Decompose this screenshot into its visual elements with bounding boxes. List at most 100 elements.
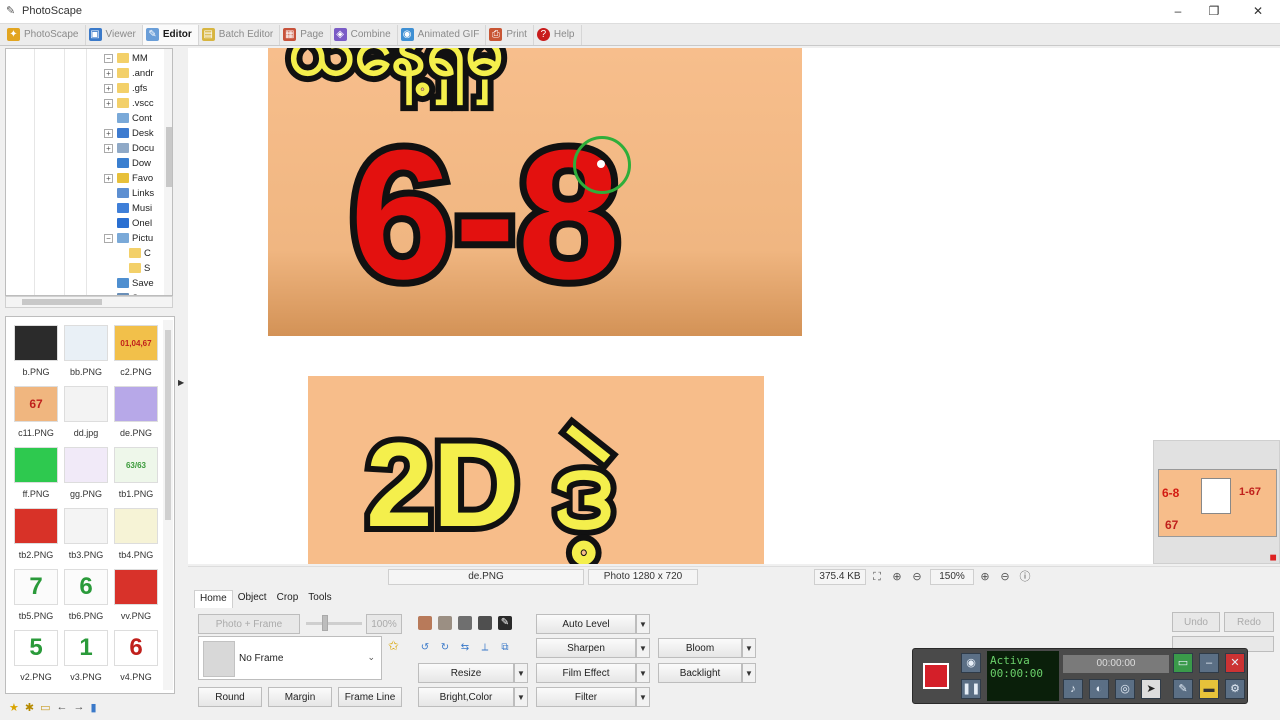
- microphone-icon[interactable]: ◐: [1089, 679, 1109, 699]
- backlight-button[interactable]: Backlight: [658, 663, 742, 683]
- thumbnail-grid[interactable]: b.PNG bb.PNG 01,04,67 c2.PNG 67 c11.PNG dd.jpg…: [5, 316, 175, 694]
- thumbnail-item[interactable]: tb4.PNG: [110, 508, 162, 568]
- tree-item[interactable]: − MM: [104, 51, 148, 65]
- tree-item[interactable]: Dow: [104, 156, 151, 170]
- thumbnail-item[interactable]: gg.PNG: [60, 447, 112, 507]
- tools-icon[interactable]: ✱: [25, 701, 34, 714]
- camera-icon[interactable]: ◉: [961, 653, 981, 673]
- maximize-button[interactable]: ❐: [1204, 3, 1224, 19]
- tree-item[interactable]: Save: [104, 276, 154, 290]
- brush-3-icon[interactable]: [458, 616, 472, 630]
- tree-hscroll-thumb[interactable]: [22, 299, 102, 305]
- thumbnail-item[interactable]: 7 tb5.PNG: [10, 569, 62, 629]
- thumbnail-item[interactable]: tb3.PNG: [60, 508, 112, 568]
- expand-toggle-icon[interactable]: +: [104, 128, 113, 138]
- flip-icon[interactable]: ⇆: [458, 641, 472, 655]
- sharpen-dropdown[interactable]: ▼: [636, 638, 650, 658]
- minimize-button[interactable]: –: [1168, 3, 1188, 19]
- bright-color-button[interactable]: Bright,Color: [418, 687, 514, 707]
- thumbnail-item[interactable]: 1 v3.PNG: [60, 630, 112, 690]
- zoom-level[interactable]: 150%: [930, 568, 974, 585]
- bloom-dropdown[interactable]: ▼: [742, 638, 756, 658]
- panel-splitter[interactable]: ▶: [177, 48, 185, 716]
- thumbnail-item[interactable]: dd.jpg: [60, 386, 112, 446]
- thumbnail-item[interactable]: de.PNG: [110, 386, 162, 446]
- thumbnail-scroll-thumb[interactable]: [165, 330, 171, 520]
- info-icon[interactable]: ⓘ: [1018, 570, 1032, 584]
- thumbnail-item[interactable]: 01,04,67 c2.PNG: [110, 325, 162, 385]
- film-effect-dropdown[interactable]: ▼: [636, 663, 650, 683]
- tree-item[interactable]: + .gfs: [104, 81, 147, 95]
- expand-toggle-icon[interactable]: +: [104, 83, 113, 93]
- brush-1-icon[interactable]: [418, 616, 432, 630]
- webcam-icon[interactable]: ◎: [1115, 679, 1135, 699]
- tree-item[interactable]: + Desk: [104, 126, 154, 140]
- favorite-icon[interactable]: ★: [9, 701, 19, 714]
- round-button[interactable]: Round: [198, 687, 262, 707]
- zoom-out-small-icon[interactable]: ⊖: [998, 570, 1012, 584]
- navigator-preview[interactable]: 6-8 1-67 67: [1158, 469, 1277, 537]
- expand-toggle-icon[interactable]: −: [104, 233, 113, 243]
- tab-print[interactable]: ⎙ Print: [486, 24, 534, 45]
- fit-screen-icon[interactable]: ⛶: [870, 570, 884, 584]
- expand-toggle-icon[interactable]: −: [104, 53, 113, 63]
- straighten-icon[interactable]: ⟂: [478, 641, 492, 655]
- frame-select[interactable]: No Frame ⌄: [198, 636, 382, 680]
- minimize-icon[interactable]: –: [1199, 653, 1219, 673]
- rotate-left-icon[interactable]: ↺: [418, 641, 432, 655]
- sharpen-button[interactable]: Sharpen: [536, 638, 636, 658]
- tab-help[interactable]: ? Help: [534, 24, 582, 45]
- resize-button[interactable]: Resize: [418, 663, 514, 683]
- tab-page[interactable]: ▦ Page: [280, 24, 331, 45]
- pause-icon[interactable]: ❚❚: [961, 679, 981, 699]
- tree-scroll-thumb[interactable]: [166, 127, 172, 187]
- navigator-close-icon[interactable]: ◼: [1270, 552, 1277, 563]
- rotate-right-icon[interactable]: ↻: [438, 641, 452, 655]
- opacity-slider-thumb[interactable]: [322, 615, 328, 631]
- thumbnail-item[interactable]: 6 v4.PNG: [110, 630, 162, 690]
- restore-icon[interactable]: ▭: [1173, 653, 1193, 673]
- undo-button[interactable]: Undo: [1172, 612, 1220, 632]
- tree-item[interactable]: Musi: [104, 201, 152, 215]
- tree-item[interactable]: Onel: [104, 216, 152, 230]
- close-button[interactable]: ✕: [1248, 3, 1268, 19]
- auto-level-dropdown[interactable]: ▼: [636, 614, 650, 634]
- thumbnail-item[interactable]: vv.PNG: [110, 569, 162, 629]
- settings-gear-icon[interactable]: ⚙: [1225, 679, 1245, 699]
- tab-animated-gif[interactable]: ◉ Animated GIF: [398, 24, 487, 45]
- tab-crop[interactable]: Crop: [272, 590, 304, 608]
- image-page-1[interactable]: ယနေ့ရှိမှ 6-8: [268, 48, 802, 336]
- tab-combine[interactable]: ◈ Combine: [331, 24, 398, 45]
- thumbnail-item[interactable]: bb.PNG: [60, 325, 112, 385]
- expand-toggle-icon[interactable]: +: [104, 98, 113, 108]
- zoom-in-icon[interactable]: ⊕: [890, 570, 904, 584]
- tree-item[interactable]: + .andr: [104, 66, 154, 80]
- thumbnail-size-slider-icon[interactable]: ▮: [91, 701, 97, 714]
- zoom-in-small-icon[interactable]: ⊕: [978, 570, 992, 584]
- expand-toggle-icon[interactable]: +: [104, 173, 113, 183]
- folder-tree[interactable]: − MM + .andr + .gfs + .vscc Cont + Desk + Docu Dow + Fa…: [5, 48, 173, 296]
- filter-button[interactable]: Filter: [536, 687, 636, 707]
- tree-item[interactable]: − Pictu: [104, 231, 153, 245]
- thumbnail-item[interactable]: ff.PNG: [10, 447, 62, 507]
- navigator-view-box[interactable]: [1201, 478, 1231, 514]
- thumbnail-item[interactable]: 67 c11.PNG: [10, 386, 62, 446]
- resize-dropdown[interactable]: ▼: [514, 663, 528, 683]
- zoom-out-icon[interactable]: ⊖: [910, 570, 924, 584]
- tab-tools[interactable]: Tools: [303, 590, 336, 608]
- auto-level-button[interactable]: Auto Level: [536, 614, 636, 634]
- tab-home[interactable]: Home: [194, 590, 233, 608]
- tree-item[interactable]: S: [116, 261, 150, 275]
- tree-item[interactable]: + .vscc: [104, 96, 154, 110]
- perspective-icon[interactable]: ⧉: [498, 641, 512, 655]
- back-arrow-icon[interactable]: ←: [57, 701, 68, 713]
- thumbnail-item[interactable]: b.PNG: [10, 325, 62, 385]
- photo-frame-button[interactable]: Photo + Frame: [198, 614, 300, 634]
- filter-dropdown[interactable]: ▼: [636, 687, 650, 707]
- opacity-field[interactable]: 100%: [366, 614, 402, 634]
- film-effect-button[interactable]: Film Effect: [536, 663, 636, 683]
- frame-favorite-icon[interactable]: ✩: [388, 638, 399, 654]
- backlight-dropdown[interactable]: ▼: [742, 663, 756, 683]
- tree-item[interactable]: Cont: [104, 111, 152, 125]
- image-page-2[interactable]: 2D ဒဲ့: [308, 376, 764, 564]
